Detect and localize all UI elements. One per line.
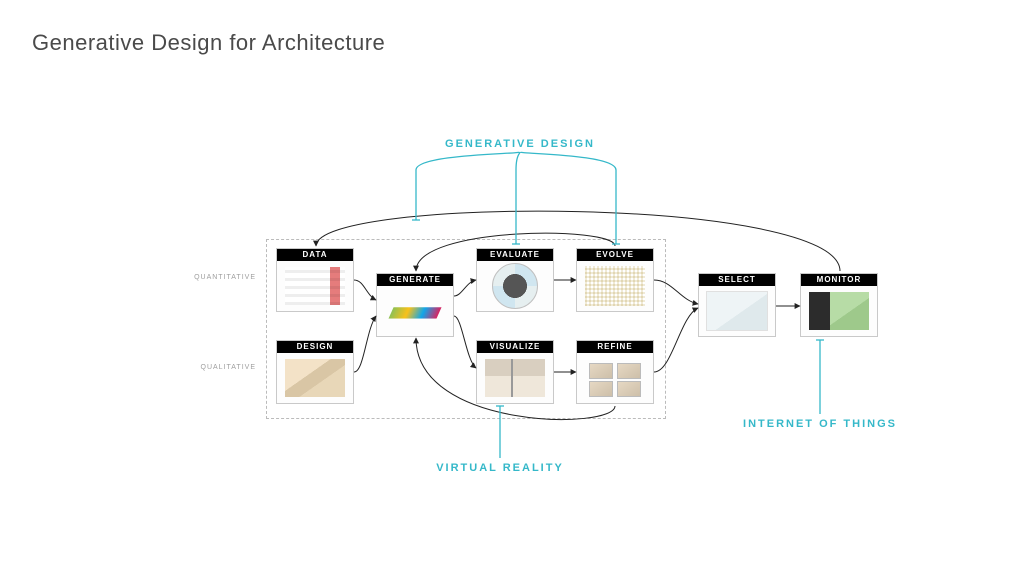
node-design-label: DESIGN xyxy=(277,341,353,353)
floorplan-variants-icon xyxy=(585,359,645,397)
dashboard-iot-icon xyxy=(809,292,869,330)
node-evaluate-label: EVALUATE xyxy=(477,249,553,261)
node-data-label: DATA xyxy=(277,249,353,261)
node-generate-label: GENERATE xyxy=(377,274,453,286)
node-refine-label: REFINE xyxy=(577,341,653,353)
interior-render-icon xyxy=(485,359,545,397)
generative-blocks-icon xyxy=(385,292,445,330)
node-evaluate: EVALUATE xyxy=(476,248,554,312)
node-monitor-label: MONITOR xyxy=(801,274,877,286)
site-model-icon xyxy=(706,291,768,331)
radar-chart-icon xyxy=(492,263,538,309)
node-visualize: VISUALIZE xyxy=(476,340,554,404)
node-select: SELECT xyxy=(698,273,776,337)
row-label-quantitative: QUANTITATIVE xyxy=(186,274,256,281)
node-select-label: SELECT xyxy=(699,274,775,286)
node-data: DATA xyxy=(276,248,354,312)
row-label-qualitative: QUALITATIVE xyxy=(186,364,256,371)
node-generate: GENERATE xyxy=(376,273,454,337)
callout-virtual-reality: VIRTUAL REALITY xyxy=(410,462,590,474)
building-sketch-icon xyxy=(285,359,345,397)
node-visualize-label: VISUALIZE xyxy=(477,341,553,353)
node-evolve: EVOLVE xyxy=(576,248,654,312)
data-table-icon xyxy=(285,267,345,305)
node-evolve-label: EVOLVE xyxy=(577,249,653,261)
node-monitor: MONITOR xyxy=(800,273,878,337)
callout-generative-design: GENERATIVE DESIGN xyxy=(420,138,620,150)
page-title: Generative Design for Architecture xyxy=(32,30,385,56)
node-refine: REFINE xyxy=(576,340,654,404)
population-grid-icon xyxy=(585,266,645,306)
callout-internet-of-things: INTERNET OF THINGS xyxy=(720,418,920,430)
node-design: DESIGN xyxy=(276,340,354,404)
